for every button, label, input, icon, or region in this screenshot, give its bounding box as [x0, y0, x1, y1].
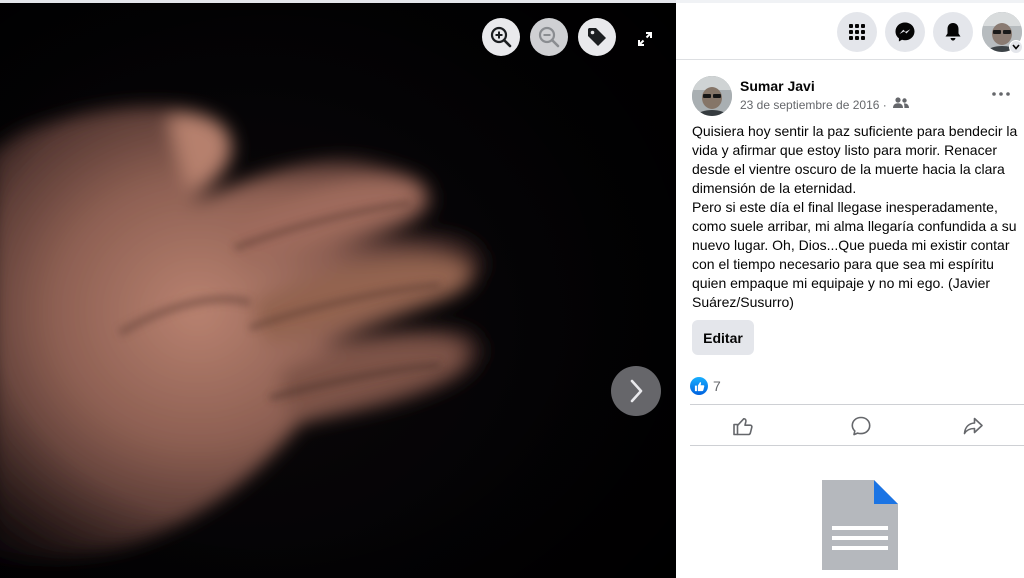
tag-photo-button[interactable] [578, 18, 616, 56]
expand-icon [638, 32, 652, 46]
menu-button[interactable] [837, 12, 877, 52]
comment-button[interactable] [848, 413, 874, 439]
grid-menu-icon [849, 24, 865, 40]
post-panel: Sumar Javi 23 de septiembre de 2016 · Qu… [676, 0, 1024, 578]
post-options-button[interactable] [988, 84, 1014, 104]
post-timestamp[interactable]: 23 de septiembre de 2016 · [740, 98, 887, 112]
share-button[interactable] [960, 413, 986, 439]
messenger-icon [895, 22, 915, 42]
reactions-summary[interactable]: 7 [690, 376, 721, 396]
account-menu-caret[interactable] [1009, 40, 1023, 54]
friends-icon [893, 97, 909, 108]
like-button[interactable] [730, 413, 756, 439]
author-name[interactable]: Sumar Javi [740, 78, 815, 94]
post-paragraph: Quisiera hoy sentir la paz suficiente pa… [692, 123, 1018, 196]
reaction-count: 7 [713, 378, 721, 394]
top-navigation-bar [676, 0, 1024, 60]
share-icon [963, 417, 983, 435]
comment-icon [851, 416, 871, 436]
thumbs-up-icon [733, 417, 753, 436]
notifications-button[interactable] [933, 12, 973, 52]
avatar-image [692, 76, 732, 116]
zoom-in-button[interactable] [482, 18, 520, 56]
bell-icon [945, 23, 961, 41]
chevron-down-icon [1012, 44, 1020, 50]
post-message: Quisiera hoy sentir la paz suficiente pa… [692, 122, 1018, 312]
zoom-out-button[interactable] [530, 18, 568, 56]
hand-photo-image [0, 3, 676, 578]
next-photo-button[interactable] [611, 366, 661, 416]
zoom-in-icon [490, 26, 512, 48]
fullscreen-button[interactable] [632, 26, 658, 52]
author-avatar[interactable] [692, 76, 732, 116]
photo-viewer [0, 0, 676, 578]
post-header: Sumar Javi 23 de septiembre de 2016 · [692, 76, 1012, 118]
chevron-right-icon [630, 379, 643, 403]
post-action-bar [690, 404, 1024, 446]
zoom-out-icon [538, 26, 560, 48]
more-dots-icon [992, 92, 1010, 96]
tag-icon [588, 28, 606, 46]
messenger-button[interactable] [885, 12, 925, 52]
post-paragraph: Pero si este día el final llegase inespe… [692, 199, 1017, 310]
like-reaction-icon [690, 377, 708, 395]
photo[interactable] [0, 3, 676, 578]
edit-button[interactable]: Editar [692, 320, 754, 355]
document-icon [822, 480, 898, 570]
